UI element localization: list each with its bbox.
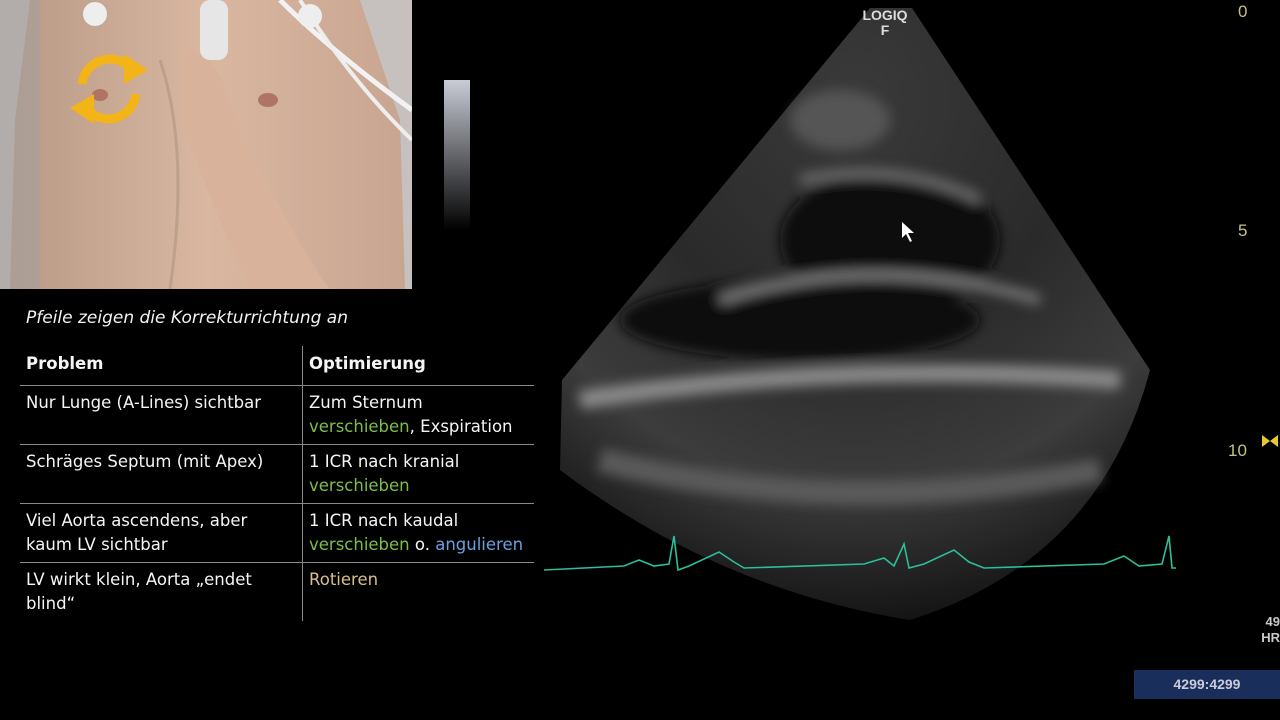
depth-label-0: 0 <box>1238 2 1248 21</box>
logiq-logo: LOGIQ F <box>858 8 912 38</box>
opt-verb-tan: Rotieren <box>309 570 379 589</box>
opt-text: Zum Sternum <box>309 393 423 412</box>
heart-rate: 49 HR <box>1254 614 1280 646</box>
opt-text: o. <box>409 535 436 554</box>
header-problem: Problem <box>26 354 104 373</box>
header-optimierung: Optimierung <box>302 346 534 386</box>
depth-label-10: 10 <box>1228 441 1247 460</box>
opt-verb-green: verschieben <box>309 476 410 495</box>
ecg-trace <box>544 535 1176 572</box>
optimierung-cell: 1 ICR nach kaudal verschieben o. angulier… <box>302 503 534 563</box>
opt-verb-blue: angulieren <box>435 535 524 554</box>
rotate-icon <box>64 44 154 134</box>
caption: Pfeile zeigen die Korrekturrichtung an <box>26 308 349 328</box>
problem-cell: Nur Lunge (A-Lines) sichtbar <box>26 393 262 412</box>
optimierung-cell: Rotieren <box>302 562 534 621</box>
opt-text: , Exspiration <box>409 417 513 436</box>
opt-text: 1 ICR nach kranial <box>309 452 460 471</box>
table-row: LV wirkt klein, Aorta „endet blind“ Roti… <box>20 562 534 621</box>
logo-line1: LOGIQ <box>862 7 908 23</box>
depth-label-5: 5 <box>1238 221 1248 240</box>
grayscale-bar <box>444 80 470 230</box>
patient-video <box>0 0 412 289</box>
table-row: Schräges Septum (mit Apex) 1 ICR nach kr… <box>20 444 534 504</box>
table-row: Nur Lunge (A-Lines) sichtbar Zum Sternum… <box>20 385 534 445</box>
table-row: Viel Aorta ascendens, aber kaum LV sicht… <box>20 503 534 563</box>
problem-cell: Viel Aorta ascendens, aber kaum LV sicht… <box>26 511 248 554</box>
optimierung-cell: 1 ICR nach kranial verschieben <box>302 444 534 504</box>
problem-cell: LV wirkt klein, Aorta „endet blind“ <box>26 570 252 613</box>
hr-label: HR <box>1261 630 1280 645</box>
logo-line2: F <box>880 22 890 38</box>
problem-cell: Schräges Septum (mit Apex) <box>26 452 264 471</box>
optimization-table: Problem Optimierung Nur Lunge (A-Lines) … <box>20 346 534 621</box>
focus-marker-icon <box>1262 432 1278 447</box>
hr-value: 49 <box>1265 614 1280 629</box>
opt-verb-green: verschieben <box>309 417 410 436</box>
table-header-row: Problem Optimierung <box>20 346 534 386</box>
opt-verb-green: verschieben <box>309 535 410 554</box>
opt-text: 1 ICR nach kaudal <box>309 511 459 530</box>
frame-counter: 4299:4299 <box>1134 670 1280 699</box>
optimierung-cell: Zum Sternum verschieben, Exspiration <box>302 385 534 445</box>
